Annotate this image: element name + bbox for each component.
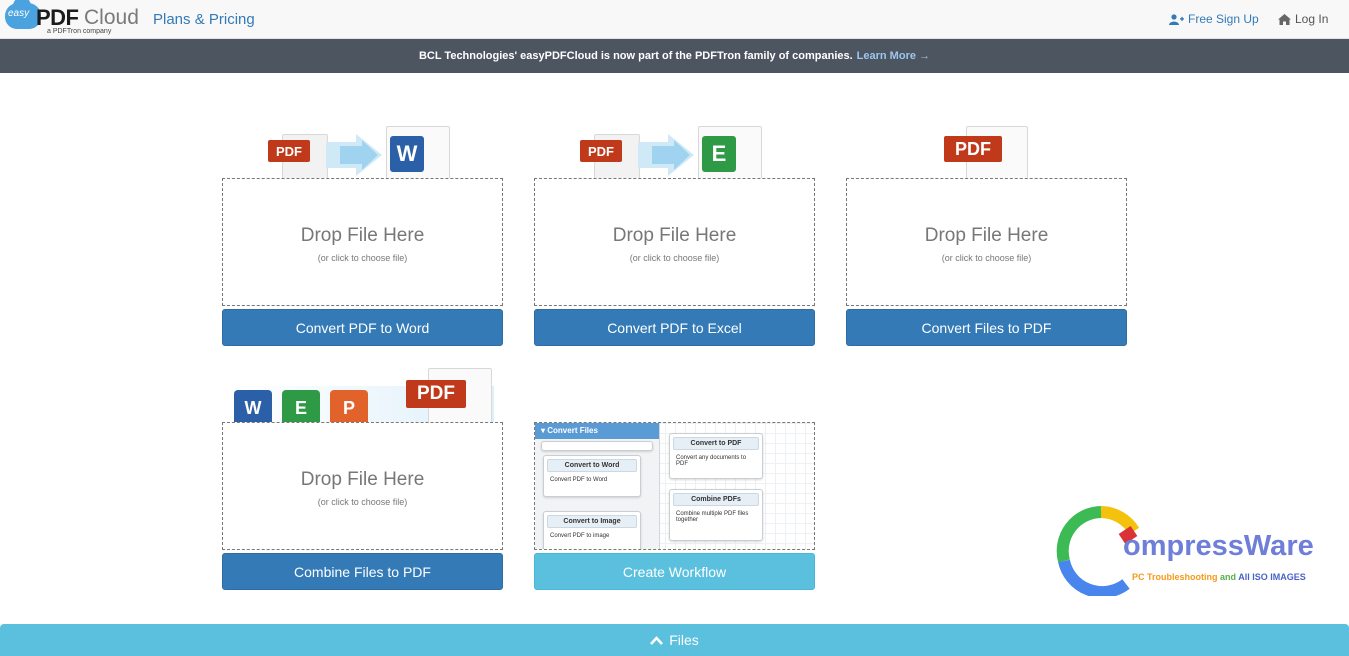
free-signup-label: Free Sign Up [1188,12,1259,26]
excel-logo-icon: E [282,390,320,426]
user-plus-icon [1169,13,1184,25]
combine-files-illustration: W E P PDF [232,368,494,428]
workflow-panel-title: ▾ Convert Files [535,423,659,439]
drop-subtitle: (or click to choose file) [629,253,720,263]
pdf-badge-icon: PDF [268,140,310,162]
workflow-item: Convert to PDF Convert any documents to … [669,433,763,479]
convert-pdf-to-excel-button[interactable]: Convert PDF to Excel [534,309,815,346]
compressware-brand: ompressWare [1123,530,1314,562]
drop-title: Drop File Here [612,225,737,246]
pdf-to-word-card: PDF W Drop File Here (or click to choose… [222,120,503,346]
home-icon [1278,13,1291,25]
plans-pricing-link[interactable]: Plans & Pricing [153,11,255,28]
pdf-badge-icon: PDF [944,136,1002,162]
pdf-to-word-dropzone[interactable]: Drop File Here (or click to choose file) [222,178,503,306]
workflow-preview[interactable]: ▾ Convert Files Convert to Word Convert … [534,422,815,550]
pdf-to-excel-card: PDF E Drop File Here (or click to choose… [534,120,815,346]
easypdfcloud-logo[interactable]: easy PDF Cloud a PDFTron company [5,0,139,37]
learn-more-link[interactable]: Learn More → [857,50,930,62]
combine-files-dropzone[interactable]: Drop File Here (or click to choose file) [222,422,503,550]
convert-files-to-pdf-button[interactable]: Convert Files to PDF [846,309,1127,346]
compressware-watermark: ompressWare PC Troubleshooting and All I… [1056,506,1346,596]
files-to-pdf-illustration: PDF [942,126,1042,186]
announcement-banner: BCL Technologies' easyPDFCloud is now pa… [0,39,1349,73]
workflow-item: Convert to Image Convert PDF to image [543,511,641,549]
workflow-item: Combine PDFs Combine multiple PDF files … [669,489,763,541]
workflow-card: ▾ Convert Files Convert to Word Convert … [534,364,815,590]
word-logo-icon: W [390,136,424,172]
workflow-panel: ▾ Convert Files Convert to Word Convert … [535,423,660,549]
word-logo-icon: W [234,390,272,426]
login-link[interactable]: Log In [1278,12,1328,26]
banner-text: BCL Technologies' easyPDFCloud is now pa… [418,50,853,62]
login-label: Log In [1295,12,1329,26]
drop-subtitle: (or click to choose file) [941,253,1032,263]
pdf-badge-icon: PDF [580,140,622,162]
chevron-up-icon [650,635,664,645]
pdf-to-excel-illustration: PDF E [578,126,778,188]
pdf-to-excel-dropzone[interactable]: Drop File Here (or click to choose file) [534,178,815,306]
workflow-item: Convert to Word Convert PDF to Word [543,455,641,497]
logo-subtitle: a PDFTron company [47,28,112,35]
drop-title: Drop File Here [300,225,425,246]
pdf-badge-icon: PDF [406,380,466,408]
excel-logo-icon: E [702,136,736,172]
drop-title: Drop File Here [300,469,425,490]
create-workflow-button[interactable]: Create Workflow [534,553,815,590]
logo-cloud-text: Cloud [84,6,139,29]
arrows-icon [326,134,382,176]
drop-subtitle: (or click to choose file) [317,253,408,263]
free-signup-link[interactable]: Free Sign Up [1169,12,1259,26]
files-to-pdf-dropzone[interactable]: Drop File Here (or click to choose file) [846,178,1127,306]
top-navbar: easy PDF Cloud a PDFTron company Plans &… [0,0,1349,39]
logo-easy-text: easy [8,8,30,19]
pdf-to-word-illustration: PDF W [266,126,466,188]
files-panel-toggle[interactable]: Files [0,624,1349,656]
files-to-pdf-card: PDF Drop File Here (or click to choose f… [846,120,1127,346]
convert-pdf-to-word-button[interactable]: Convert PDF to Word [222,309,503,346]
compressware-tagline: PC Troubleshooting and All ISO IMAGES [1132,572,1306,582]
drop-title: Drop File Here [924,225,1049,246]
files-label: Files [669,632,699,648]
arrows-icon [638,134,694,176]
drop-subtitle: (or click to choose file) [317,497,408,507]
combine-files-card: W E P PDF Drop File Here (or click to ch… [222,364,503,590]
combine-files-to-pdf-button[interactable]: Combine Files to PDF [222,553,503,590]
powerpoint-logo-icon: P [330,390,368,426]
